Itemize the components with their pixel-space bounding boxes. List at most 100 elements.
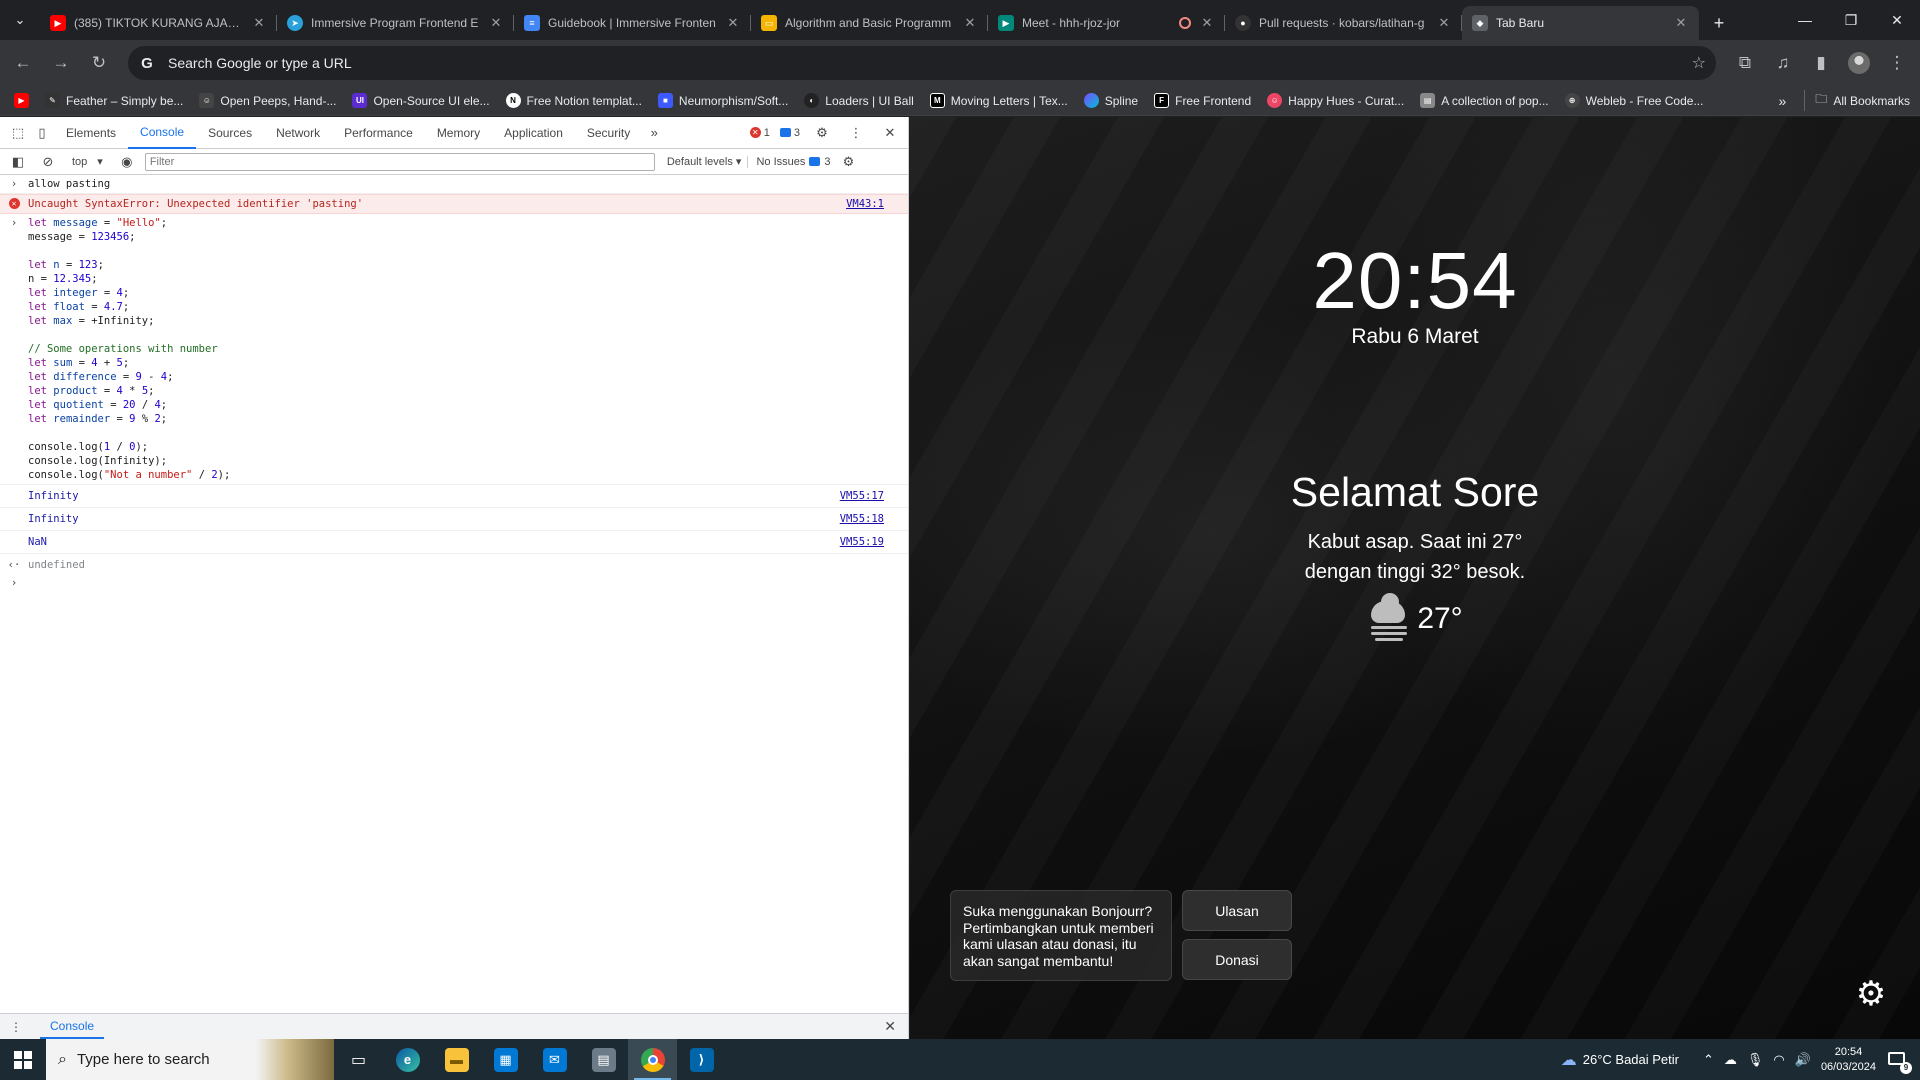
- onedrive-icon[interactable]: ☁: [1724, 1052, 1737, 1068]
- profile-button[interactable]: [1842, 46, 1876, 80]
- bookmark-item[interactable]: ■ Neumorphism/Soft...: [654, 93, 792, 108]
- tab-elements[interactable]: Elements: [54, 117, 128, 149]
- source-link[interactable]: VM55:19: [840, 535, 884, 549]
- clear-console-icon[interactable]: ⊘: [36, 150, 60, 174]
- close-icon[interactable]: ✕: [488, 15, 504, 31]
- close-icon[interactable]: ✕: [962, 15, 978, 31]
- side-panel-icon[interactable]: ▮: [1804, 46, 1838, 80]
- bookmark-item[interactable]: ◐ Loaders | UI Ball: [800, 93, 918, 108]
- browser-tab[interactable]: ▭ Algorithm and Basic Programm ✕: [751, 6, 988, 40]
- sidebar-toggle-icon[interactable]: ◧: [6, 150, 30, 174]
- more-bookmarks-chevron-icon[interactable]: »: [1769, 93, 1797, 109]
- more-tabs-chevron-icon[interactable]: »: [642, 121, 666, 145]
- console-prompt-row[interactable]: ›: [0, 574, 908, 592]
- devtools-menu-icon[interactable]: ⋮: [844, 121, 868, 145]
- inspect-element-icon[interactable]: ⬚: [6, 121, 30, 145]
- tab-sources[interactable]: Sources: [196, 117, 264, 149]
- bookmark-item[interactable]: UI Open-Source UI ele...: [348, 93, 493, 108]
- start-button[interactable]: [0, 1039, 46, 1080]
- browser-tab[interactable]: ▶ Meet - hhh-rjoz-jor ✕: [988, 6, 1225, 40]
- error-counter[interactable]: ✕ 1: [749, 127, 770, 139]
- browser-tab[interactable]: ▶ (385) TIKTOK KURANG AJAR KE ✕: [40, 6, 277, 40]
- forward-button[interactable]: →: [44, 46, 78, 80]
- source-link[interactable]: VM55:18: [840, 512, 884, 526]
- taskbar-search[interactable]: ⌕ Type here to search: [46, 1039, 334, 1080]
- tray-chevron-up-icon[interactable]: ⌃: [1703, 1052, 1714, 1068]
- bookmark-item[interactable]: Spline: [1080, 93, 1142, 108]
- drawer-menu-icon[interactable]: ⋮: [0, 1020, 22, 1034]
- close-icon[interactable]: ✕: [1673, 15, 1689, 31]
- bookmark-star-icon[interactable]: ☆: [1692, 53, 1706, 73]
- bookmark-youtube[interactable]: ▶: [10, 93, 33, 108]
- message-counter[interactable]: 3: [779, 127, 800, 139]
- close-icon[interactable]: ✕: [1436, 15, 1452, 31]
- review-button[interactable]: Ulasan: [1182, 890, 1292, 931]
- bookmark-item[interactable]: F Free Frontend: [1150, 93, 1255, 108]
- back-button[interactable]: ←: [6, 46, 40, 80]
- volume-icon[interactable]: 🔊: [1795, 1052, 1811, 1068]
- drawer-tab-console[interactable]: Console: [40, 1015, 105, 1039]
- bookmark-item[interactable]: N Free Notion templat...: [502, 93, 646, 108]
- restore-button[interactable]: ❐: [1828, 0, 1874, 40]
- notification-center-icon[interactable]: 9: [1886, 1050, 1912, 1074]
- wifi-icon[interactable]: ◠: [1773, 1052, 1784, 1068]
- settings-gear-icon[interactable]: ⚙: [810, 121, 834, 145]
- taskbar-weather[interactable]: ☁ 26°C Badai Petir: [1561, 1050, 1679, 1070]
- task-view-button[interactable]: ▭: [334, 1039, 383, 1080]
- browser-tab[interactable]: ● Pull requests · kobars/latihan-g ✕: [1225, 6, 1462, 40]
- taskbar-chrome[interactable]: [628, 1039, 677, 1080]
- taskbar-app[interactable]: ▤: [579, 1039, 628, 1080]
- settings-gear-icon[interactable]: ⚙: [1854, 977, 1888, 1011]
- browser-tab[interactable]: ➤ Immersive Program Frontend E ✕: [277, 6, 514, 40]
- window-close-button[interactable]: ✕: [1874, 0, 1920, 40]
- tab-security[interactable]: Security: [575, 117, 642, 149]
- bookmark-item[interactable]: ☺ Open Peeps, Hand-...: [195, 93, 340, 108]
- source-link[interactable]: VM55:17: [840, 489, 884, 503]
- new-tab-button[interactable]: +: [1705, 9, 1733, 37]
- live-expression-eye-icon[interactable]: ◉: [115, 150, 139, 174]
- taskbar-vscode[interactable]: ⟩: [677, 1039, 726, 1080]
- microphone-icon[interactable]: 🎙: [1747, 1052, 1764, 1068]
- drawer-close-icon[interactable]: ✕: [884, 1018, 908, 1035]
- devtools-close-icon[interactable]: ✕: [878, 121, 902, 145]
- tab-memory[interactable]: Memory: [425, 117, 492, 149]
- close-icon[interactable]: ✕: [1199, 15, 1215, 31]
- taskbar-file-explorer[interactable]: ▬: [432, 1039, 481, 1080]
- bookmark-item[interactable]: ☺ Happy Hues - Curat...: [1263, 93, 1408, 108]
- minimize-button[interactable]: —: [1782, 0, 1828, 40]
- extensions-icon[interactable]: ⧉: [1728, 46, 1762, 80]
- device-toolbar-icon[interactable]: ▯: [30, 121, 54, 145]
- close-icon[interactable]: ✕: [251, 15, 267, 31]
- taskbar-store[interactable]: ▦: [481, 1039, 530, 1080]
- reload-button[interactable]: ↻: [82, 46, 116, 80]
- bookmark-item[interactable]: ▤ A collection of pop...: [1416, 93, 1552, 108]
- filter-input[interactable]: [144, 152, 655, 171]
- tab-performance[interactable]: Performance: [332, 117, 425, 149]
- bookmark-item[interactable]: ✎ Feather – Simply be...: [41, 93, 187, 108]
- issues-button[interactable]: No Issues 3: [747, 155, 831, 168]
- console-prompt-input[interactable]: [28, 576, 884, 590]
- tab-application[interactable]: Application: [492, 117, 575, 149]
- console-settings-gear-icon[interactable]: ⚙: [837, 150, 861, 174]
- media-control-icon[interactable]: ♫: [1766, 46, 1800, 80]
- context-selector[interactable]: top ▾: [66, 155, 109, 169]
- donate-button[interactable]: Donasi: [1182, 939, 1292, 980]
- all-bookmarks-button[interactable]: 🗀 All Bookmarks: [1804, 90, 1910, 111]
- source-link[interactable]: VM43:1: [846, 197, 884, 211]
- console-output: › allow pasting ✕ Uncaught SyntaxError: …: [0, 175, 908, 592]
- bookmark-item[interactable]: ⊕ Webleb - Free Code...: [1561, 93, 1708, 108]
- taskbar-clock[interactable]: 20:54 06/03/2024: [1821, 1045, 1876, 1075]
- omnibox[interactable]: G Search Google or type a URL ☆: [128, 46, 1716, 80]
- browser-tab-active[interactable]: ◆ Tab Baru ✕: [1462, 6, 1699, 40]
- menu-kebab-icon[interactable]: ⋮: [1880, 46, 1914, 80]
- tab-search-chevron-icon[interactable]: ⌄: [0, 0, 40, 40]
- tab-console[interactable]: Console: [128, 117, 197, 149]
- tab-network[interactable]: Network: [264, 117, 332, 149]
- log-levels-dropdown[interactable]: Default levels ▾: [667, 155, 742, 168]
- browser-tab[interactable]: ≡ Guidebook | Immersive Fronten ✕: [514, 6, 751, 40]
- close-icon[interactable]: ✕: [725, 15, 741, 31]
- bookmark-item[interactable]: M Moving Letters | Tex...: [926, 93, 1072, 108]
- taskbar-mail[interactable]: ✉: [530, 1039, 579, 1080]
- taskbar-edge[interactable]: e: [383, 1039, 432, 1080]
- input-chevron-icon: ›: [10, 217, 18, 229]
